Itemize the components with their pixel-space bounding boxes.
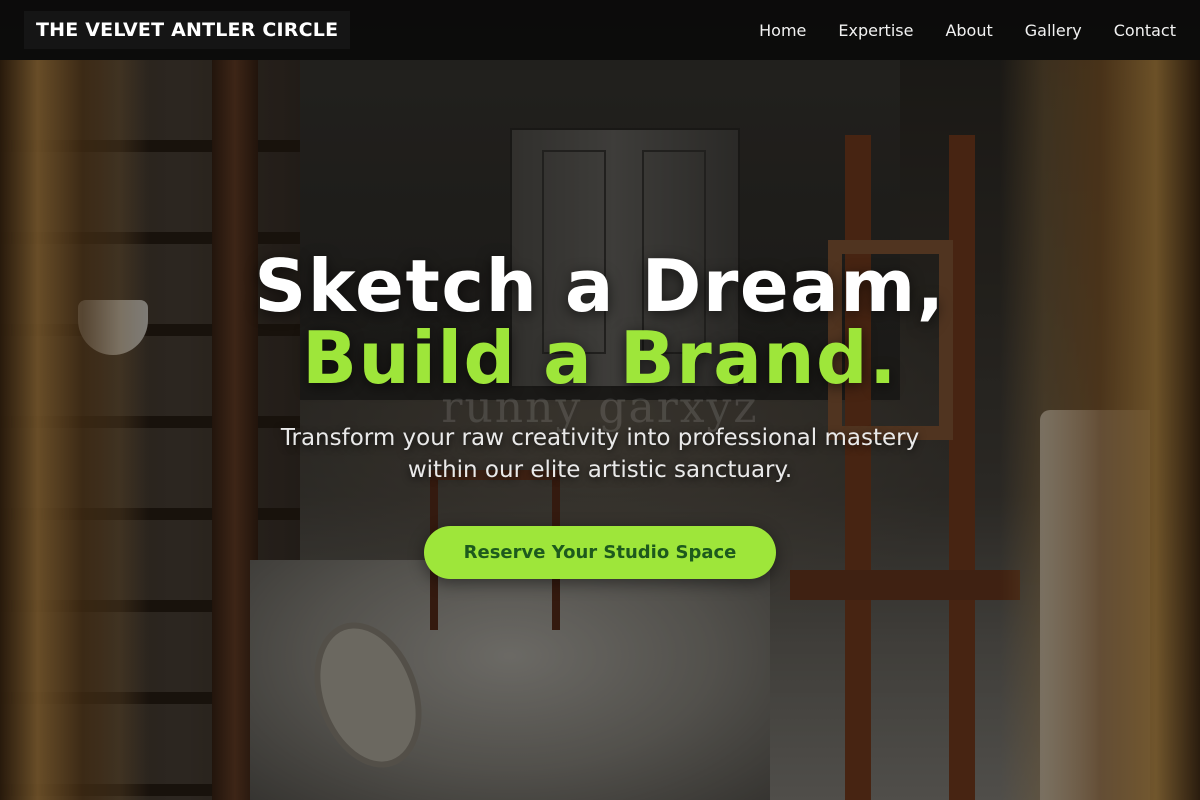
main-menu: Home Expertise About Gallery Contact <box>743 15 1176 46</box>
top-navbar: THE VELVET ANTLER CIRCLE Home Expertise … <box>0 0 1200 60</box>
headline-line-1: Sketch a Dream, <box>254 244 946 328</box>
hero-section: runny garxyz Sketch a Dream, Build a Bra… <box>0 60 1200 800</box>
nav-link-home[interactable]: Home <box>743 15 822 46</box>
site-logo[interactable]: THE VELVET ANTLER CIRCLE <box>24 11 351 49</box>
nav-link-contact[interactable]: Contact <box>1098 15 1176 46</box>
nav-link-about[interactable]: About <box>929 15 1008 46</box>
reserve-studio-button[interactable]: Reserve Your Studio Space <box>423 526 777 579</box>
nav-link-gallery[interactable]: Gallery <box>1009 15 1098 46</box>
nav-link-expertise[interactable]: Expertise <box>822 15 929 46</box>
background-watermark-text: runny garxyz <box>441 382 759 433</box>
hero-headline: Sketch a Dream, Build a Brand. <box>254 250 945 394</box>
